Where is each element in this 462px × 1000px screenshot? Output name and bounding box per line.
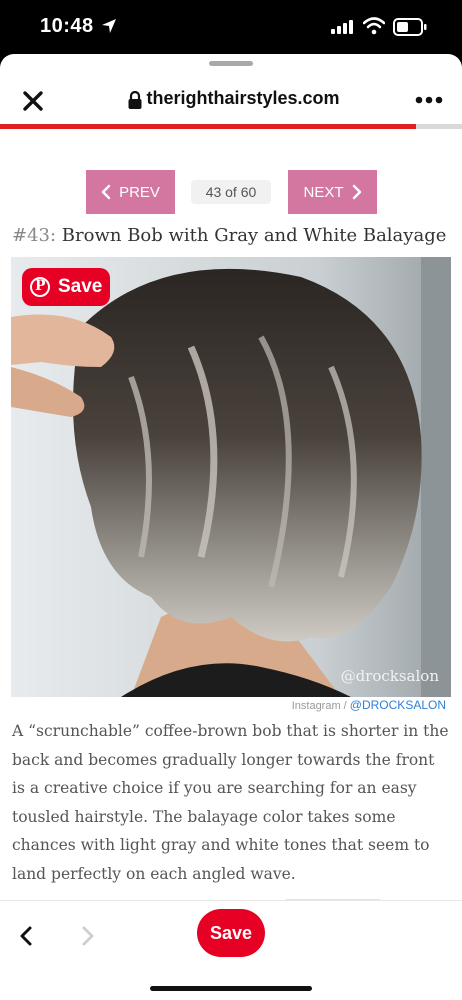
hairstyle-illustration (11, 257, 451, 697)
pinterest-save-button[interactable]: Save (22, 268, 110, 306)
heading-number: #43: (12, 225, 57, 246)
back-chevron-icon[interactable] (16, 923, 38, 949)
save-button[interactable]: Save (197, 909, 265, 957)
credit-source: Instagram / (291, 700, 350, 712)
heading-title: Brown Bob with Gray and White Balayage (61, 225, 447, 246)
battery-icon (393, 18, 427, 36)
url-text: therighthairstyles.com (146, 88, 340, 108)
browser-sheet: therighthairstyles.com PREV 43 of 60 NEX… (0, 54, 462, 1000)
image-credit: Instagram / @DROCKSALON (292, 698, 446, 712)
chevron-right-icon (352, 184, 361, 200)
forward-chevron-icon (82, 926, 94, 946)
article-description: A “scrunchable” coffee-brown bob that is… (12, 722, 449, 883)
pager-count: 43 of 60 (191, 180, 271, 204)
status-time: 10:48 (40, 15, 94, 37)
page-load-progress-fill (0, 124, 416, 129)
credit-handle-link[interactable]: @DROCKSALON (350, 698, 446, 712)
hairstyle-photo[interactable]: @drocksalon (11, 257, 451, 697)
cellular-signal-icon (331, 20, 353, 34)
more-icon[interactable] (414, 94, 444, 106)
url-bar[interactable]: therighthairstyles.com (0, 88, 462, 109)
home-indicator (150, 986, 312, 991)
pin-save-label: Save (58, 276, 103, 297)
wifi-icon (363, 17, 385, 35)
bottom-toolbar: Save (0, 900, 462, 1000)
chevron-left-icon (101, 184, 111, 200)
prev-label: PREV (119, 183, 160, 201)
article-heading: #43: Brown Bob with Gray and White Balay… (12, 225, 446, 246)
pinterest-logo-icon (30, 277, 50, 297)
image-watermark: @drocksalon (340, 667, 439, 685)
status-bar: 10:48 (0, 0, 462, 54)
prev-button[interactable]: PREV (86, 170, 175, 214)
next-label: NEXT (303, 183, 344, 201)
sheet-grabber[interactable] (209, 61, 253, 66)
page-load-progress (0, 124, 462, 129)
location-arrow-icon (102, 19, 116, 33)
next-button[interactable]: NEXT (288, 170, 377, 214)
